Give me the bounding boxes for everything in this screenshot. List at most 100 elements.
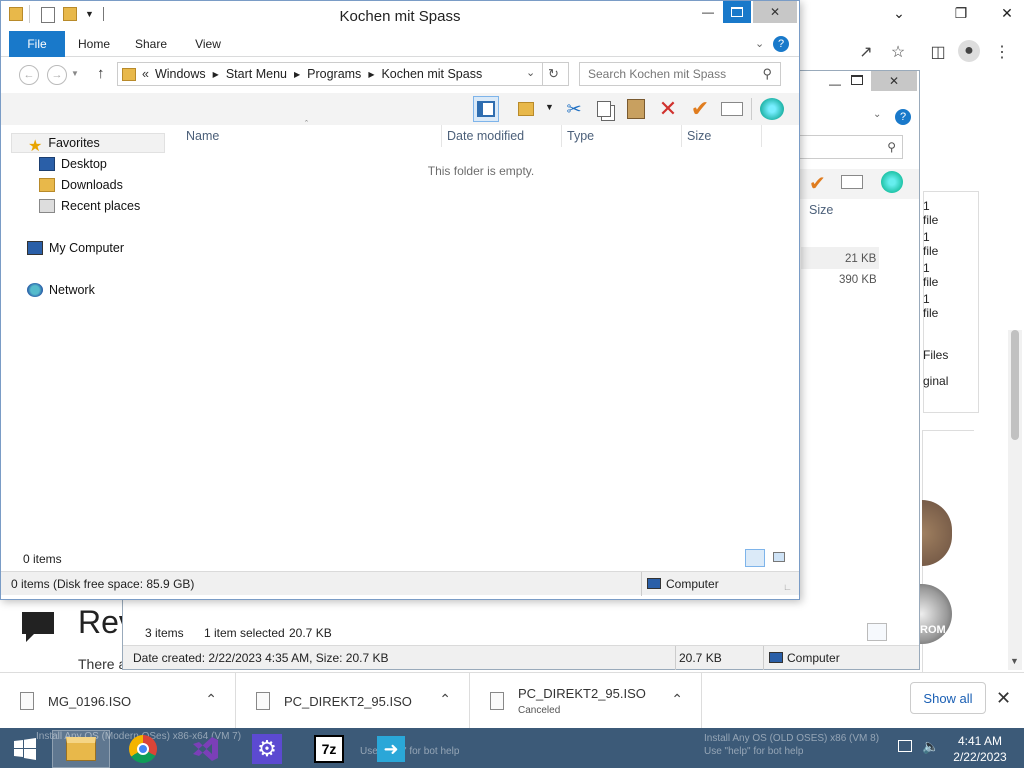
taskbar-settings[interactable]: ⚙ bbox=[238, 730, 296, 768]
browser-scrollbar[interactable] bbox=[1008, 330, 1022, 670]
shell-icon[interactable] bbox=[759, 96, 785, 122]
nav-my-computer[interactable]: My Computer bbox=[27, 238, 124, 258]
breadcrumb-programs[interactable]: Programs bbox=[307, 67, 361, 81]
tab-file[interactable]: File bbox=[9, 31, 65, 57]
nav-desktop[interactable]: Desktop bbox=[39, 154, 107, 174]
nav-downloads[interactable]: Downloads bbox=[39, 175, 123, 195]
delete-icon[interactable]: ✕ bbox=[655, 96, 681, 122]
volume-tray-icon[interactable]: 🔈 bbox=[922, 738, 939, 755]
download-options-icon[interactable]: ⌃ bbox=[671, 691, 683, 708]
browser-minimize-icon[interactable]: ⌄ bbox=[876, 0, 922, 26]
column-date-modified[interactable]: Date modified bbox=[447, 129, 524, 143]
back-large-icons-button[interactable] bbox=[891, 623, 911, 641]
minimize-button[interactable]: — bbox=[695, 1, 721, 23]
back-ribbon-expand-icon[interactable]: ⌄ bbox=[873, 109, 881, 120]
recent-locations-icon[interactable]: ▼ bbox=[71, 69, 79, 78]
back-maximize-icon[interactable] bbox=[851, 75, 863, 85]
tab-share[interactable]: Share bbox=[123, 31, 179, 57]
checkmark-icon[interactable]: ✔ bbox=[687, 96, 713, 122]
refresh-icon[interactable]: ↻ bbox=[548, 66, 559, 82]
breadcrumb-overflow[interactable]: « bbox=[142, 67, 149, 81]
explorer-window[interactable]: ▼ Kochen mit Spass — ✕ File Home Share V… bbox=[0, 0, 800, 600]
browser-restore-icon[interactable]: ❐ bbox=[938, 0, 984, 26]
paste-icon[interactable] bbox=[623, 96, 649, 122]
breadcrumb-start-menu[interactable]: Start Menu bbox=[226, 67, 287, 81]
breadcrumb-current[interactable]: Kochen mit Spass bbox=[381, 67, 482, 81]
browser-close-icon[interactable]: ✕ bbox=[984, 0, 1024, 26]
profile-avatar-icon[interactable]: ● bbox=[958, 40, 980, 62]
show-all-button[interactable]: Show all bbox=[910, 682, 986, 714]
back-minimize-icon[interactable]: — bbox=[829, 77, 841, 91]
download-options-icon[interactable]: ⌃ bbox=[439, 691, 451, 708]
download-item[interactable]: MG_0196.ISO ⌃ bbox=[0, 673, 236, 729]
column-type[interactable]: Type bbox=[567, 129, 594, 143]
nav-recent-places[interactable]: Recent places bbox=[39, 196, 140, 216]
close-button[interactable]: ✕ bbox=[753, 1, 797, 23]
breadcrumb-windows[interactable]: Windows bbox=[155, 67, 206, 81]
download-item[interactable]: PC_DIREKT2_95.ISO ⌃ bbox=[236, 673, 470, 729]
column-name[interactable]: Name bbox=[186, 129, 219, 143]
column-separator[interactable] bbox=[441, 125, 442, 147]
back-shell-icon[interactable] bbox=[881, 171, 903, 193]
column-separator[interactable] bbox=[681, 125, 682, 147]
forward-button[interactable]: → bbox=[47, 65, 67, 85]
tab-view[interactable]: View bbox=[181, 31, 235, 57]
breadcrumb-chevron-icon[interactable]: ▶ bbox=[294, 70, 300, 79]
back-details-divider bbox=[675, 646, 676, 670]
back-search-box[interactable]: ⚲ bbox=[799, 135, 903, 159]
address-bar[interactable]: « Windows ▶ Start Menu ▶ Programs ▶ Koch… bbox=[117, 62, 569, 86]
clock[interactable]: 4:41 AM 2/22/2023 bbox=[940, 733, 1020, 765]
sidebar-icon[interactable]: ◫ bbox=[928, 42, 948, 62]
start-button[interactable] bbox=[0, 730, 50, 768]
back-button[interactable]: ← bbox=[19, 65, 39, 85]
breadcrumb-chevron-icon[interactable]: ▶ bbox=[213, 70, 219, 79]
back-details-view-button[interactable] bbox=[867, 623, 887, 641]
network-tray-icon[interactable] bbox=[898, 740, 912, 752]
breadcrumb-chevron-icon[interactable]: ▶ bbox=[368, 70, 374, 79]
back-help-icon[interactable]: ? bbox=[895, 109, 911, 125]
back-rename-icon[interactable] bbox=[841, 175, 863, 189]
resize-grip-icon[interactable]: ∟ bbox=[783, 582, 792, 592]
download-item[interactable]: PC_DIREKT2_95.ISO Canceled ⌃ bbox=[470, 673, 702, 729]
ribbon-expand-icon[interactable]: ⌄ bbox=[755, 37, 764, 50]
open-with-icon[interactable] bbox=[513, 96, 539, 122]
tab-home[interactable]: Home bbox=[67, 31, 121, 57]
open-dropdown-icon[interactable]: ▼ bbox=[545, 102, 554, 112]
taskbar-7zip[interactable]: 7z bbox=[300, 730, 358, 768]
taskbar-visual-studio[interactable] bbox=[176, 730, 234, 768]
back-items-count: 3 items bbox=[145, 626, 184, 640]
title-bar[interactable]: ▼ Kochen mit Spass — ✕ bbox=[1, 1, 799, 31]
large-icons-view-button[interactable] bbox=[769, 549, 789, 567]
column-size[interactable]: Size bbox=[687, 129, 711, 143]
up-button[interactable]: ↑ bbox=[97, 65, 105, 82]
taskbar-chrome[interactable] bbox=[114, 730, 172, 768]
nav-favorites[interactable]: ★ Favorites bbox=[11, 133, 165, 155]
maximize-button[interactable] bbox=[723, 1, 751, 23]
taskbar-transfer-app[interactable]: ➜ bbox=[362, 730, 420, 768]
browser-menu-icon[interactable]: ⋮ bbox=[992, 42, 1012, 62]
page-paragraph: There a bbox=[78, 656, 127, 672]
search-input[interactable]: Search Kochen mit Spass ⚲ bbox=[579, 62, 781, 86]
back-close-button[interactable]: ✕ bbox=[871, 71, 917, 91]
bookmark-star-icon[interactable]: ☆ bbox=[888, 42, 908, 62]
back-column-size[interactable]: Size bbox=[809, 203, 833, 217]
copy-icon[interactable] bbox=[591, 96, 617, 122]
scrollbar-thumb[interactable] bbox=[1011, 330, 1019, 440]
scroll-down-icon[interactable]: ▼ bbox=[1010, 656, 1019, 666]
nav-favorites-label: Favorites bbox=[48, 136, 100, 150]
share-icon[interactable]: ↗ bbox=[856, 42, 876, 62]
column-separator[interactable] bbox=[561, 125, 562, 147]
address-dropdown-icon[interactable]: ⌄ bbox=[526, 66, 535, 79]
help-icon[interactable]: ? bbox=[773, 36, 789, 52]
column-separator[interactable] bbox=[761, 125, 762, 147]
download-options-icon[interactable]: ⌃ bbox=[205, 691, 217, 708]
close-downloads-icon[interactable]: ✕ bbox=[996, 688, 1011, 709]
search-icon[interactable]: ⚲ bbox=[762, 66, 772, 82]
taskbar-file-explorer[interactable] bbox=[52, 730, 110, 768]
nav-network[interactable]: Network bbox=[27, 280, 95, 300]
rename-icon[interactable] bbox=[719, 96, 745, 122]
cut-icon[interactable]: ✂ bbox=[561, 96, 587, 122]
details-view-button[interactable] bbox=[745, 549, 765, 567]
preview-pane-icon[interactable] bbox=[473, 96, 499, 122]
back-checkmark-icon[interactable]: ✔ bbox=[809, 171, 826, 196]
